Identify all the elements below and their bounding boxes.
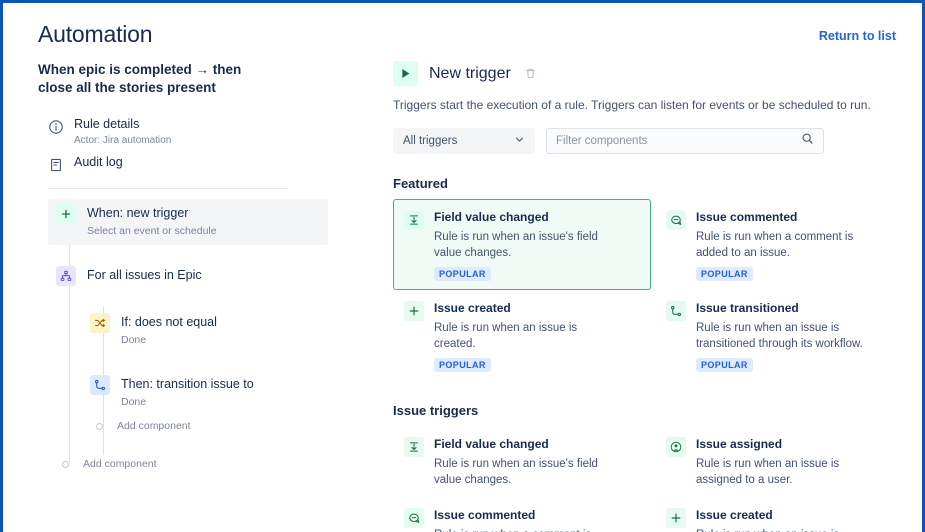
browser-window: Automation Return to list When epic is c… [0, 0, 925, 532]
field-value-changed-icon [404, 437, 424, 457]
sidebar-item-rule-details[interactable]: Rule details Actor: Jira automation [38, 113, 328, 151]
add-dot-icon [96, 423, 103, 430]
plus-icon [666, 508, 686, 528]
trigger-heading: New trigger [429, 65, 511, 83]
filter-row: All triggers [393, 128, 913, 154]
tree-node-title: When: new trigger [87, 204, 217, 222]
trigger-card-field-value-changed[interactable]: Field value changed Rule is run when an … [393, 199, 651, 290]
chevron-down-icon [514, 132, 525, 150]
trash-icon[interactable] [524, 67, 537, 80]
rule-tree: When: new trigger Select an event or sch… [38, 199, 328, 474]
tree-node-title: For all issues in Epic [87, 266, 202, 284]
add-component-outer-label: Add component [83, 458, 157, 470]
add-component-inner-button[interactable]: Add component [82, 416, 328, 436]
add-component-outer-button[interactable]: Add component [48, 454, 328, 474]
card-description: Rule is run when an issue is assigned to… [696, 456, 876, 488]
transition-icon [666, 301, 686, 321]
tree-spacer [48, 245, 328, 261]
page-title: Automation [38, 21, 152, 48]
rule-sidebar: When epic is completed → then close all … [3, 61, 348, 532]
tree-node-when-new-trigger[interactable]: When: new trigger Select an event or sch… [48, 199, 328, 245]
tree-spacer [48, 354, 328, 370]
card-description: Rule is run when a comment is added to a… [434, 527, 614, 532]
trigger-browser-panel: New trigger Triggers start the execution… [393, 61, 913, 532]
trigger-description: Triggers start the execution of a rule. … [393, 97, 913, 114]
return-to-list-link[interactable]: Return to list [819, 29, 896, 43]
page-header: Automation Return to list [3, 21, 922, 61]
sidebar-item-audit-log[interactable]: Audit log [38, 151, 328, 176]
trigger-card-issue-created-2[interactable]: Issue created Rule is run when an issue … [655, 497, 913, 532]
card-description: Rule is run when an issue is transitione… [696, 320, 876, 352]
plus-icon [404, 301, 424, 321]
tree-node-sub: Done [121, 332, 217, 348]
card-title: Issue created [434, 300, 614, 317]
tree-node-sub: Done [121, 394, 254, 410]
tree-node-if-does-not-equal[interactable]: If: does not equal Done [82, 308, 328, 354]
filter-components-search[interactable] [546, 128, 824, 154]
sidebar-item-audit-log-label: Audit log [74, 154, 123, 171]
tree-node-then-transition-issue-to[interactable]: Then: transition issue to Done [82, 370, 328, 416]
trigger-card-issue-assigned[interactable]: Issue assigned Rule is run when an issue… [655, 426, 913, 497]
featured-card-grid: Field value changed Rule is run when an … [393, 199, 913, 381]
card-description: Rule is run when an issue's field value … [434, 229, 614, 261]
tree-node-for-all-issues-in-epic[interactable]: For all issues in Epic [48, 261, 328, 292]
card-title: Field value changed [434, 209, 614, 226]
search-input[interactable] [556, 135, 786, 147]
card-title: Issue commented [696, 209, 876, 226]
card-description: Rule is run when an issue is created. [696, 527, 876, 532]
trigger-card-issue-transitioned[interactable]: Issue transitioned Rule is run when an i… [655, 290, 913, 381]
tree-node-title: If: does not equal [121, 313, 217, 331]
transition-icon [90, 375, 110, 395]
comment-icon [666, 210, 686, 230]
issue-triggers-section-title: Issue triggers [393, 403, 913, 418]
sidebar-item-rule-details-label: Rule details [74, 116, 171, 133]
status-badge: POPULAR [434, 267, 491, 281]
tree-spacer [48, 436, 328, 454]
sidebar-divider [48, 188, 288, 189]
card-title: Issue assigned [696, 436, 876, 453]
info-icon [48, 119, 64, 135]
plus-icon [56, 204, 76, 224]
card-description: Rule is run when an issue is created. [434, 320, 614, 352]
add-component-inner-label: Add component [117, 420, 191, 432]
featured-section-title: Featured [393, 176, 913, 191]
card-title: Issue transitioned [696, 300, 876, 317]
trigger-card-issue-commented[interactable]: Issue commented Rule is run when a comme… [655, 199, 913, 290]
rule-name: When epic is completed → then close all … [38, 61, 278, 97]
tree-node-sub: Select an event or schedule [87, 223, 217, 239]
document-icon [48, 157, 64, 173]
trigger-card-issue-created[interactable]: Issue created Rule is run when an issue … [393, 290, 651, 381]
branch-icon [56, 266, 76, 286]
add-dot-icon [62, 461, 69, 468]
comment-icon [404, 508, 424, 528]
status-badge: POPULAR [696, 267, 753, 281]
status-badge: POPULAR [696, 358, 753, 372]
trigger-card-issue-commented-2[interactable]: Issue commented Rule is run when a comme… [393, 497, 651, 532]
trigger-card-field-value-changed-2[interactable]: Field value changed Rule is run when an … [393, 426, 651, 497]
tree-node-title: Then: transition issue to [121, 375, 254, 393]
trigger-type-select-value: All triggers [403, 135, 457, 147]
card-description: Rule is run when an issue's field value … [434, 456, 614, 488]
card-title: Issue created [696, 507, 876, 524]
trigger-type-select[interactable]: All triggers [393, 128, 535, 154]
person-icon [666, 437, 686, 457]
shuffle-icon [90, 313, 110, 333]
card-title: Issue commented [434, 507, 614, 524]
sidebar-item-rule-details-sub: Actor: Jira automation [74, 134, 171, 148]
card-description: Rule is run when a comment is added to a… [696, 229, 876, 261]
field-value-changed-icon [404, 210, 424, 230]
tree-spacer [48, 292, 328, 308]
trigger-header: New trigger [393, 61, 913, 86]
card-title: Field value changed [434, 436, 614, 453]
issue-triggers-card-grid: Field value changed Rule is run when an … [393, 426, 913, 532]
play-icon [393, 61, 418, 86]
search-icon[interactable] [801, 132, 814, 150]
automation-page: Automation Return to list When epic is c… [3, 3, 922, 532]
status-badge: POPULAR [434, 358, 491, 372]
